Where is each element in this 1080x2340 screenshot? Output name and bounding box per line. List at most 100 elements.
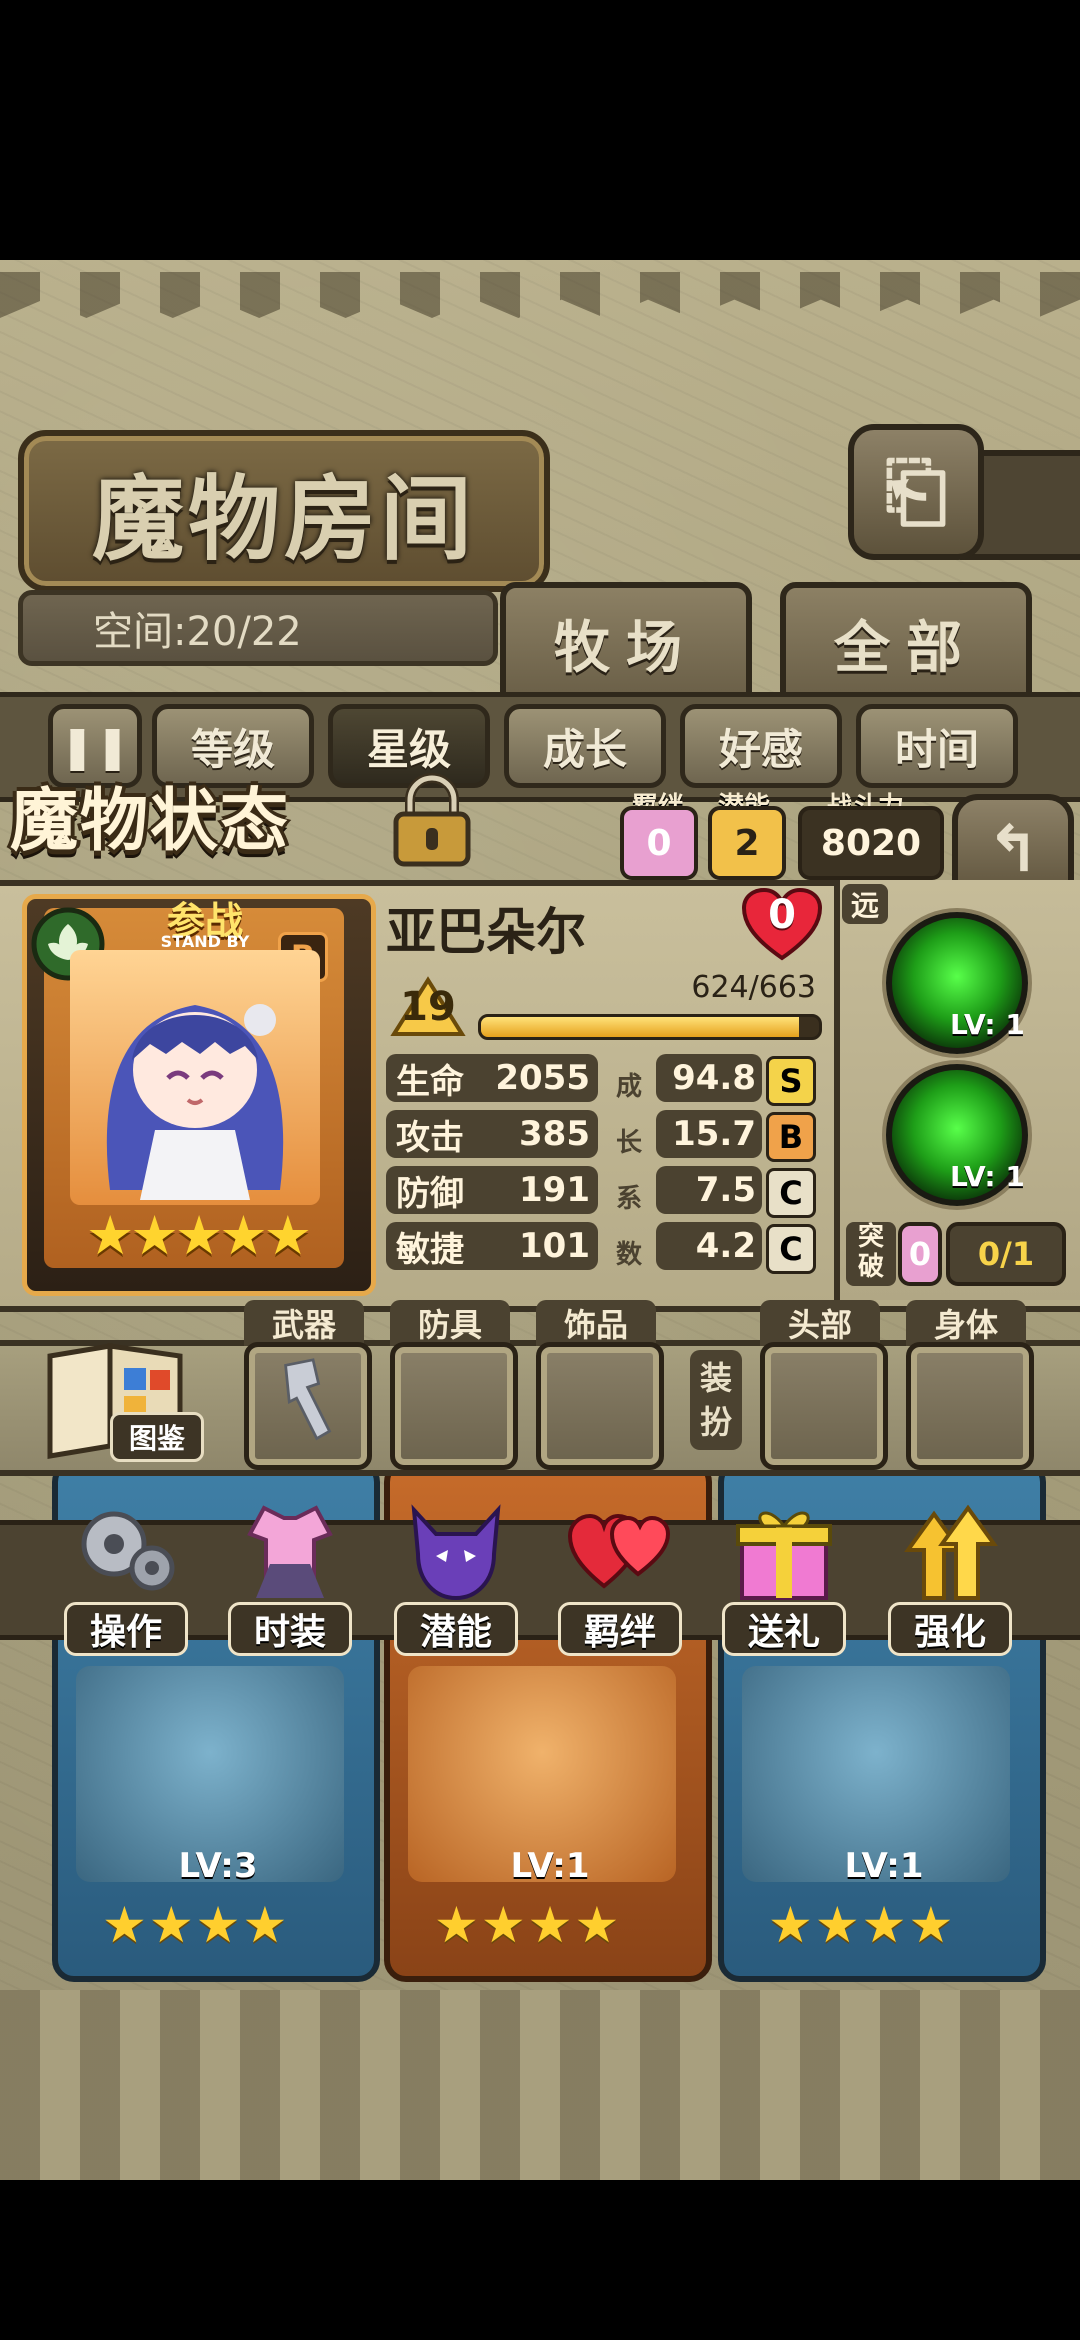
growth-value-hp: 94.8: [672, 1058, 756, 1098]
stat-value-agility: 101: [519, 1226, 590, 1266]
upgrade-label: 强化: [888, 1602, 1012, 1656]
filter-growth-button[interactable]: 成长: [504, 704, 666, 788]
tab-ranch[interactable]: 牧场: [500, 582, 752, 704]
range-label: 远: [850, 889, 879, 922]
upgrade-arrows-icon: [904, 1504, 998, 1600]
breakthrough-chip: 0: [898, 1222, 942, 1286]
accessory-slot[interactable]: [536, 1342, 664, 1470]
monster-star-rating: ★★★★★: [86, 1204, 312, 1267]
potential-button[interactable]: 潜能: [394, 1494, 518, 1656]
return-arrow-icon: ↰: [986, 813, 1040, 887]
growth-value-attack: 15.7: [672, 1114, 756, 1154]
growth-caption-char: 数: [615, 1240, 642, 1270]
monster-portrait: [70, 950, 320, 1205]
armor-slot[interactable]: [390, 1342, 518, 1470]
space-counter: 空间:20/22: [18, 590, 498, 666]
weapon-silhouette-icon: [284, 1358, 332, 1441]
map-bottom-strip: [0, 1990, 1080, 2180]
monster-level: 19: [400, 984, 456, 1030]
monster-level: LV:1: [510, 1846, 590, 1886]
tab-all[interactable]: 全部: [780, 582, 1032, 704]
growth-value-agility: 4.2: [695, 1226, 756, 1266]
page-title: 魔物房间: [91, 465, 476, 573]
tab-all-label: 全部: [834, 615, 978, 681]
slot-label-armor: 防具: [390, 1300, 510, 1346]
body-slot[interactable]: [906, 1342, 1034, 1470]
stat-label-hp: 生命: [396, 1061, 464, 1102]
monster-level: LV:1: [844, 1846, 924, 1886]
growth-grade-agility: C: [766, 1224, 816, 1274]
back-button[interactable]: ⎗: [848, 424, 984, 560]
grade-letter: C: [779, 1230, 803, 1268]
monster-stars: ★★★★: [768, 1896, 956, 1954]
growth-caption-char: 成: [615, 1072, 642, 1102]
monster-stars: ★★★★: [102, 1896, 290, 1954]
growth-grade-hp: S: [766, 1056, 816, 1106]
power-value: 8020: [820, 822, 922, 864]
hearts-icon: [567, 1513, 671, 1589]
fashion-button[interactable]: 时装: [228, 1494, 352, 1656]
gift-button[interactable]: 送礼: [722, 1494, 846, 1656]
upgrade-button[interactable]: 强化: [888, 1494, 1012, 1656]
power-chip: 8020: [798, 806, 944, 880]
dress-icon: [247, 1505, 333, 1598]
growth-caption-char: 长: [615, 1128, 642, 1158]
head-slot[interactable]: [760, 1342, 888, 1470]
potential-value: 2: [734, 822, 760, 864]
standby-badge: 参战: [166, 899, 243, 943]
bond-value: 0: [646, 822, 672, 864]
gears-icon: [81, 1511, 175, 1591]
filter-time-button[interactable]: 时间: [856, 704, 1018, 788]
growth-grade-attack: B: [766, 1112, 816, 1162]
slot-label-weapon: 武器: [244, 1300, 364, 1346]
dress-char: 扮: [699, 1403, 732, 1441]
space-label: 空间:20/22: [93, 609, 302, 655]
breakthrough-progress-text: 0/1: [977, 1235, 1035, 1273]
stat-label-agility: 敏捷: [396, 1229, 464, 1270]
room-title-plate: 魔物房间: [18, 430, 550, 592]
growth-grade-defense: C: [766, 1168, 816, 1218]
operate-label: 操作: [64, 1602, 188, 1656]
breakthrough-progress: 0/1: [946, 1222, 1066, 1286]
stat-value-attack: 385: [519, 1114, 590, 1154]
tab-ranch-label: 牧场: [554, 615, 698, 681]
weapon-slot[interactable]: [244, 1342, 372, 1470]
codex-label[interactable]: 图鉴: [110, 1412, 204, 1462]
exp-fill: [481, 1017, 799, 1037]
demon-icon: [411, 1504, 501, 1601]
skill-level: LV: 1: [950, 1160, 1025, 1193]
bond-action-label: 羁绊: [558, 1602, 682, 1656]
grade-letter: S: [779, 1062, 803, 1100]
potential-action-label: 潜能: [394, 1602, 518, 1656]
slot-label-head: 头部: [760, 1300, 880, 1346]
breakthrough-value: 0: [908, 1235, 932, 1273]
monster-level: LV:3: [178, 1846, 258, 1886]
monster-stars: ★★★★: [434, 1896, 622, 1954]
monster-name-text: 亚巴朵尔: [386, 903, 586, 961]
gift-label: 送礼: [722, 1602, 846, 1656]
stat-label-defense: 防御: [396, 1173, 464, 1214]
exp-bar: [478, 1014, 822, 1040]
monster-name: 亚巴朵尔: [386, 888, 716, 968]
bond-chip: 0: [620, 806, 698, 880]
filter-affection-button[interactable]: 好感: [680, 704, 842, 788]
fashion-label: 时装: [228, 1602, 352, 1656]
stat-value-hp: 2055: [495, 1058, 590, 1098]
lock-icon[interactable]: [386, 772, 478, 868]
operate-button[interactable]: 操作: [64, 1494, 188, 1656]
grade-letter: C: [779, 1174, 803, 1212]
growth-value-defense: 7.5: [695, 1170, 756, 1210]
status-title: 魔物状态: [0, 764, 380, 864]
slot-label-accessory: 饰品: [536, 1300, 656, 1346]
stat-value-defense: 191: [519, 1170, 590, 1210]
dress-up-label: 装 扮: [690, 1350, 742, 1450]
bond-button[interactable]: 羁绊: [558, 1494, 682, 1656]
filter-label: 成长: [542, 724, 627, 774]
breakthrough-label: 突破: [846, 1222, 896, 1286]
filter-label: 好感: [718, 724, 803, 774]
grade-letter: B: [778, 1118, 804, 1156]
skill-level: LV: 1: [950, 1008, 1025, 1041]
affection-value: 0: [768, 892, 796, 938]
gift-icon: [736, 1511, 832, 1600]
slot-label-body: 身体: [906, 1300, 1026, 1346]
